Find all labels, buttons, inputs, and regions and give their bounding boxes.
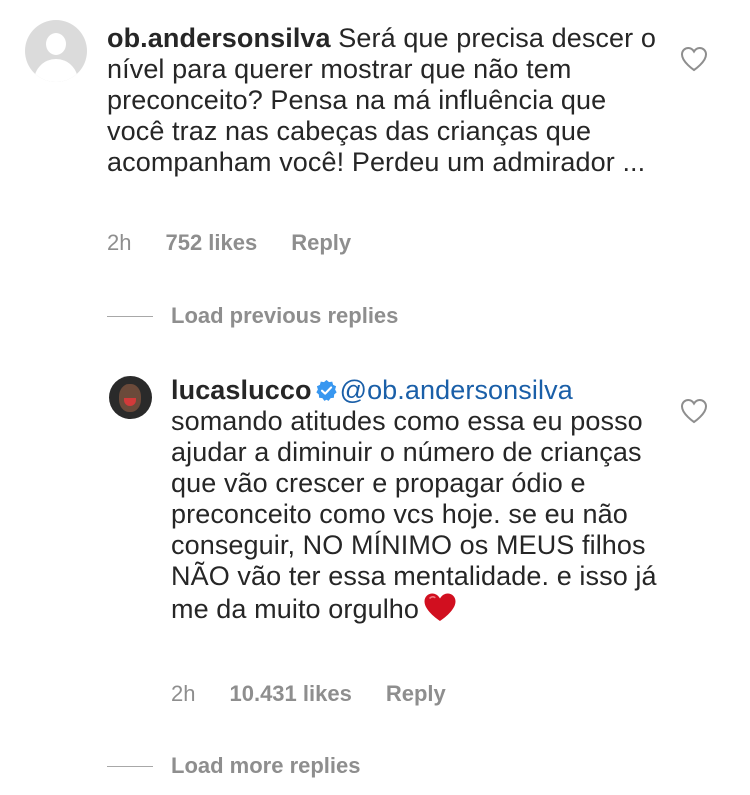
- divider-line: [107, 765, 153, 767]
- load-previous-replies[interactable]: Load previous replies: [107, 303, 398, 329]
- avatar-body-shape: [34, 59, 78, 82]
- reply-likes[interactable]: 10.431 likes: [229, 681, 351, 707]
- load-previous-label[interactable]: Load previous replies: [171, 303, 398, 329]
- reply-username[interactable]: lucaslucco: [171, 375, 312, 405]
- red-heart-icon: [424, 593, 456, 621]
- reply-meta: 2h 10.431 likes Reply: [171, 681, 446, 707]
- reply-text: somando atitudes como essa eu posso ajud…: [171, 406, 657, 624]
- reply-button[interactable]: Reply: [386, 681, 446, 707]
- reply-body: lucaslucco @ob.andersonsilva somando ati…: [171, 375, 671, 625]
- reply-time: 2h: [171, 681, 196, 706]
- comment-time: 2h: [107, 230, 132, 255]
- lucaslucco-avatar[interactable]: [109, 376, 152, 419]
- divider-line: [107, 315, 153, 317]
- comment-username[interactable]: ob.andersonsilva: [107, 23, 331, 53]
- comment-body: ob.andersonsilva Será que precisa descer…: [107, 23, 667, 178]
- avatar-head-shape: [46, 33, 66, 55]
- comment-meta: 2h 752 likes Reply: [107, 230, 351, 256]
- load-more-replies[interactable]: Load more replies: [107, 753, 361, 779]
- comment-likes[interactable]: 752 likes: [165, 230, 257, 256]
- default-avatar[interactable]: [25, 20, 87, 82]
- mention-link[interactable]: @ob.andersonsilva: [340, 375, 573, 405]
- like-heart-icon[interactable]: [680, 398, 708, 424]
- verified-badge-icon: [315, 379, 337, 401]
- like-heart-icon[interactable]: [680, 46, 708, 72]
- reply-button[interactable]: Reply: [291, 230, 351, 256]
- load-more-label[interactable]: Load more replies: [171, 753, 361, 779]
